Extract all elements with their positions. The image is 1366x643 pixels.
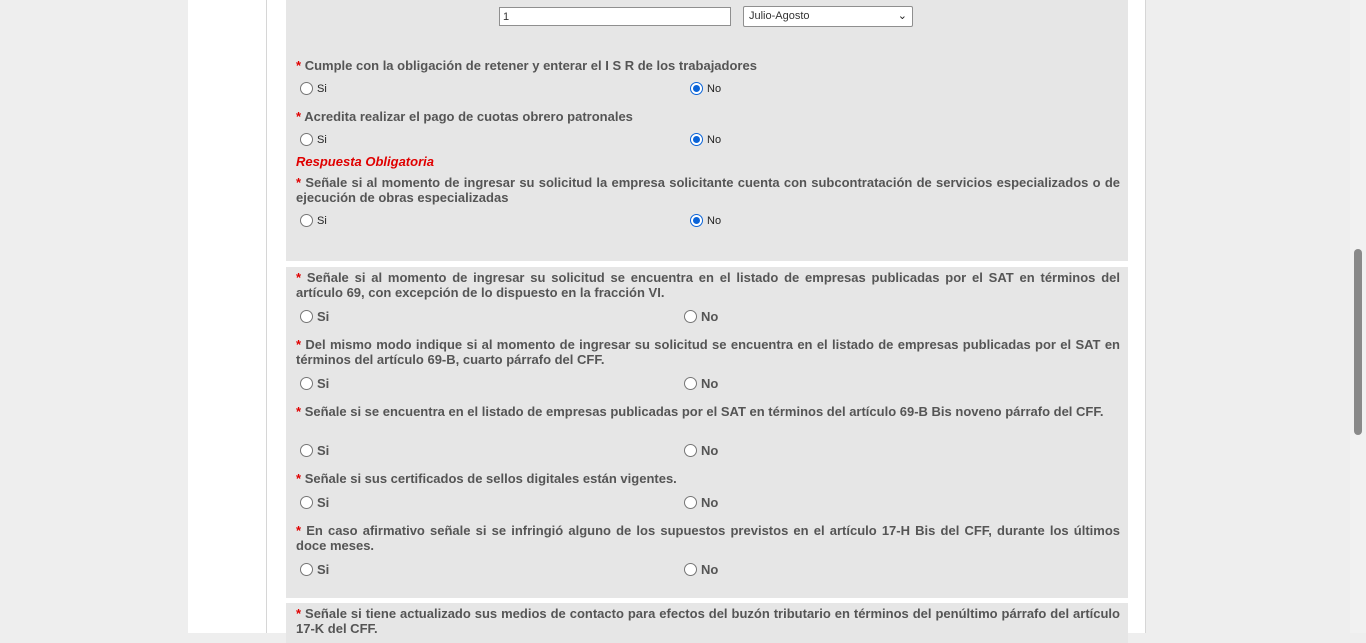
section-obligaciones: Julio-Agosto ⌄ * Cumple con la obligació… [286,0,1128,261]
radio-icon[interactable] [300,82,313,95]
question-art17h: * En caso afirmativo señale si se infrin… [296,523,1120,553]
radio-label: No [707,82,722,95]
question-text: Señale si al momento de ingresar su soli… [296,175,1120,205]
question-text: En caso afirmativo señale si se infringi… [296,523,1120,553]
chevron-down-icon: ⌄ [897,10,907,22]
radio-label: No [701,562,719,577]
radio-label: Si [317,562,330,577]
radio-label: No [707,214,722,227]
question-text: Acredita realizar el pago de cuotas obre… [304,109,633,124]
radio-label: Si [317,133,327,146]
radio-art69b-si[interactable]: Si [300,376,329,391]
radio-label: Si [317,82,327,95]
radio-subcontratacion-si[interactable]: Si [300,214,327,227]
radio-cuotas-no[interactable]: No [690,133,721,146]
radio-checked-icon[interactable] [690,214,703,227]
required-star: * [296,109,302,124]
question-buzon: * Señale si tiene actualizado sus medios… [296,606,1120,636]
radio-icon[interactable] [684,310,697,323]
scrollbar-thumb[interactable] [1354,249,1362,435]
periodo-number-input[interactable] [499,7,731,26]
radio-icon[interactable] [300,133,313,146]
radio-label: No [701,376,719,391]
question-cuotas: * Acredita realizar el pago de cuotas ob… [296,109,1120,124]
radio-art69b-no[interactable]: No [684,376,718,391]
required-star: * [296,270,302,285]
radio-label: No [701,309,719,324]
form-page: Julio-Agosto ⌄ * Cumple con la obligació… [188,0,1146,643]
section-buzon-tributario: * Señale si tiene actualizado sus medios… [286,603,1128,643]
required-star: * [296,523,302,538]
radio-art69-no[interactable]: No [684,309,718,324]
question-text: Señale si se encuentra en el listado de … [304,404,1104,419]
required-star: * [296,58,302,73]
radio-icon[interactable] [300,214,313,227]
radio-label: No [701,443,719,458]
radio-label: Si [317,443,330,458]
radio-art69-si[interactable]: Si [300,309,329,324]
radio-icon[interactable] [684,563,697,576]
question-sellos: * Señale si sus certificados de sellos d… [296,471,1120,486]
radio-label: No [707,133,722,146]
question-art69b: * Del mismo modo indique si al momento d… [296,337,1120,367]
radio-art69b-bis-no[interactable]: No [684,443,718,458]
radio-checked-icon[interactable] [690,133,703,146]
section-listados-sat: * Señale si al momento de ingresar su so… [286,267,1128,598]
radio-icon[interactable] [684,444,697,457]
required-star: * [296,471,302,486]
radio-label: Si [317,309,330,324]
required-star: * [296,337,302,352]
radio-icon[interactable] [300,496,313,509]
radio-icon[interactable] [300,444,313,457]
question-isr: * Cumple con la obligación de retener y … [296,58,1120,73]
periodo-bimestre-select[interactable]: Julio-Agosto ⌄ [743,6,913,27]
radio-icon[interactable] [300,310,313,323]
question-text: Del mismo modo indique si al momento de … [296,337,1120,367]
radio-sellos-si[interactable]: Si [300,495,329,510]
radio-icon[interactable] [684,496,697,509]
question-art69: * Señale si al momento de ingresar su so… [296,270,1120,300]
required-star: * [296,606,302,621]
radio-subcontratacion-no[interactable]: No [690,214,721,227]
radio-icon[interactable] [300,377,313,390]
radio-art17h-no[interactable]: No [684,562,718,577]
radio-cuotas-si[interactable]: Si [300,133,327,146]
radio-art17h-si[interactable]: Si [300,562,329,577]
radio-icon[interactable] [300,563,313,576]
radio-isr-si[interactable]: Si [300,82,327,95]
radio-label: Si [317,376,330,391]
question-subcontratacion: * Señale si al momento de ingresar su so… [296,175,1120,205]
radio-icon[interactable] [684,377,697,390]
question-text: Señale si sus certificados de sellos dig… [304,471,677,486]
radio-sellos-no[interactable]: No [684,495,718,510]
required-star: * [296,175,302,190]
required-message: Respuesta Obligatoria [296,154,434,169]
question-text: Cumple con la obligación de retener y en… [304,58,757,73]
question-text: Señale si al momento de ingresar su soli… [296,270,1120,300]
radio-label: No [701,495,719,510]
radio-label: Si [317,495,330,510]
radio-isr-no[interactable]: No [690,82,721,95]
radio-label: Si [317,214,327,227]
vertical-scrollbar[interactable] [1350,0,1366,633]
question-text: Señale si tiene actualizado sus medios d… [296,606,1120,636]
radio-art69b-bis-si[interactable]: Si [300,443,329,458]
question-art69b-bis: * Señale si se encuentra en el listado d… [296,404,1120,419]
radio-checked-icon[interactable] [690,82,703,95]
select-value: Julio-Agosto [749,10,810,22]
required-star: * [296,404,302,419]
